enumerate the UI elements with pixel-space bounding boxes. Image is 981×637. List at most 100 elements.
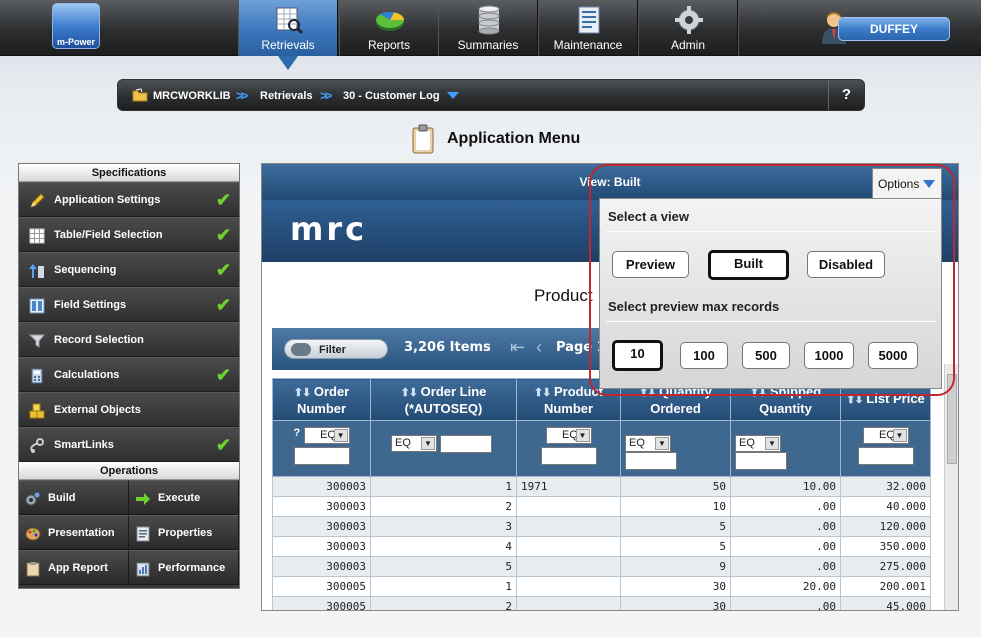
sort-arrows-icon: ⬆⬇ — [533, 386, 551, 399]
build-button[interactable]: Build — [19, 480, 129, 515]
cubes-icon — [29, 403, 45, 419]
filter-value-input[interactable] — [540, 447, 597, 465]
op-label: Presentation — [48, 527, 115, 539]
sidebar-item-record-selection[interactable]: Record Selection — [19, 322, 239, 357]
filter-value-input[interactable] — [625, 452, 677, 470]
chevron-down-icon[interactable] — [447, 92, 459, 99]
filter-help-icon[interactable]: ? — [293, 427, 300, 439]
filter-value-input[interactable] — [857, 447, 914, 465]
sidebar-item-label: SmartLinks — [54, 439, 114, 451]
filter-toggle-icon — [291, 343, 311, 356]
filter-operator-select[interactable]: EQ ▼ — [862, 427, 909, 444]
chevron-down-icon: ▼ — [655, 437, 669, 450]
filter-operator-select[interactable]: EQ ▼ — [735, 435, 781, 452]
filter-cell: EQ ▼ — [370, 420, 517, 477]
table-row[interactable]: 300005 2 30.00 45.000 — [272, 596, 931, 610]
help-button[interactable]: ? — [828, 80, 864, 110]
table-row[interactable]: 300003 3 5.00 120.000 — [272, 516, 931, 537]
nav-maintenance[interactable]: Maintenance — [538, 0, 638, 56]
table-row[interactable]: 300005 1 30 20.00 200.001 — [272, 576, 931, 597]
execute-button[interactable]: Execute — [129, 480, 239, 515]
breadcrumb-app[interactable]: 30 - Customer Log — [343, 90, 440, 102]
cell-list-price: 275.000 — [840, 556, 931, 577]
filter-cell: EQ ▼ — [840, 420, 931, 477]
cell-order-number: 300003 — [272, 556, 371, 577]
columns-icon — [29, 298, 45, 314]
cell-quantity-ordered: 9 — [620, 556, 731, 577]
sidebar-item-field-settings[interactable]: Field Settings ✔ — [19, 287, 239, 322]
filter-cell: EQ ▼ — [620, 420, 731, 477]
nav-label: Reports — [367, 38, 411, 52]
cell-product-number — [516, 536, 621, 557]
nav-admin[interactable]: Admin — [638, 0, 738, 56]
table-row[interactable]: 300003 1 1971 50 10.00 32.000 — [272, 476, 931, 497]
op-label: App Report — [48, 562, 108, 574]
column-header-order-number[interactable]: ⬆⬇ Order Number — [272, 378, 371, 421]
mpower-logo[interactable]: m-Power — [52, 3, 100, 49]
data-table: ⬆⬇ Order Number ⬆⬇ Order Line (*AUTOSEQ)… — [272, 378, 931, 610]
user-menu-button[interactable]: DUFFEY — [838, 17, 950, 41]
cell-quantity-ordered: 30 — [620, 576, 731, 597]
nav-retrievals[interactable]: Retrievals — [238, 0, 338, 56]
cell-product-number — [516, 496, 621, 517]
app-report-button[interactable]: App Report — [19, 550, 129, 585]
sidebar-item-smartlinks[interactable]: SmartLinks ✔ — [19, 427, 239, 462]
cell-product-number: 1971 — [516, 476, 621, 497]
breadcrumb-section[interactable]: Retrievals — [260, 90, 313, 102]
cell-shipped-quantity: .00 — [730, 596, 841, 610]
cell-list-price: 45.000 — [840, 596, 931, 610]
performance-button[interactable]: Performance — [129, 550, 239, 585]
chevron-down-icon: ▼ — [421, 437, 435, 450]
operations-heading: Operations — [19, 462, 239, 480]
sidebar-item-label: Sequencing — [54, 264, 117, 276]
sidebar: Specifications Application Settings ✔ Ta… — [18, 163, 240, 589]
properties-button[interactable]: Properties — [129, 515, 239, 550]
cell-quantity-ordered: 50 — [620, 476, 731, 497]
filter-button[interactable]: Filter — [284, 339, 388, 359]
table-row[interactable]: 300003 5 9.00 275.000 — [272, 556, 931, 577]
sidebar-item-calculations[interactable]: Calculations ✔ — [19, 357, 239, 392]
breadcrumb-separator-icon: >> — [236, 88, 248, 103]
form-icon — [578, 6, 600, 34]
cell-shipped-quantity: .00 — [730, 516, 841, 537]
op-label: Properties — [158, 527, 213, 539]
palette-icon — [25, 527, 41, 541]
filter-operator-select[interactable]: EQ ▼ — [303, 427, 350, 444]
filter-operator-select[interactable]: EQ ▼ — [545, 427, 592, 444]
item-count: 3,206 Items — [404, 340, 491, 355]
sidebar-item-external-objects[interactable]: External Objects — [19, 392, 239, 427]
sort-arrows-icon: ⬆⬇ — [400, 386, 418, 399]
presentation-button[interactable]: Presentation — [19, 515, 129, 550]
nav-summaries[interactable]: Summaries — [438, 0, 538, 56]
page-title: Application Menu — [447, 130, 581, 147]
check-icon: ✔ — [215, 225, 231, 245]
cell-shipped-quantity: 10.00 — [730, 476, 841, 497]
select-value: EQ — [395, 437, 411, 449]
vertical-scrollbar[interactable] — [944, 364, 958, 610]
column-header-order-line[interactable]: ⬆⬇ Order Line (*AUTOSEQ) — [370, 378, 517, 421]
specifications-heading: Specifications — [19, 164, 239, 182]
check-icon: ✔ — [215, 365, 231, 385]
filter-value-input[interactable] — [735, 452, 787, 470]
operations-grid: Build Execute Presentation Properties Ap… — [19, 480, 239, 585]
sidebar-item-sequencing[interactable]: Sequencing ✔ — [19, 252, 239, 287]
filter-operator-select[interactable]: EQ ▼ — [625, 435, 671, 452]
filter-operator-select[interactable]: EQ ▼ — [391, 435, 437, 452]
previous-page-icon[interactable]: ‹ — [536, 337, 542, 358]
filter-value-input[interactable] — [293, 447, 350, 465]
breadcrumb-library[interactable]: MRCWORKLIB — [153, 90, 231, 102]
cell-order-number: 300003 — [272, 536, 371, 557]
active-nav-pointer — [278, 56, 298, 70]
sidebar-item-application-settings[interactable]: Application Settings ✔ — [19, 182, 239, 217]
table-row[interactable]: 300003 2 10.00 40.000 — [272, 496, 931, 517]
check-icon: ✔ — [215, 190, 231, 210]
table-row[interactable]: 300003 4 5.00 350.000 — [272, 536, 931, 557]
sidebar-item-table-field-selection[interactable]: Table/Field Selection ✔ — [19, 217, 239, 252]
filter-value-input[interactable] — [440, 435, 493, 453]
first-page-icon[interactable]: ⇤ — [510, 337, 525, 358]
chevron-down-icon: ▼ — [333, 429, 348, 442]
check-icon: ✔ — [215, 295, 231, 315]
cell-order-line: 1 — [370, 476, 517, 497]
cell-order-line: 3 — [370, 516, 517, 537]
nav-reports[interactable]: Reports — [339, 0, 439, 56]
